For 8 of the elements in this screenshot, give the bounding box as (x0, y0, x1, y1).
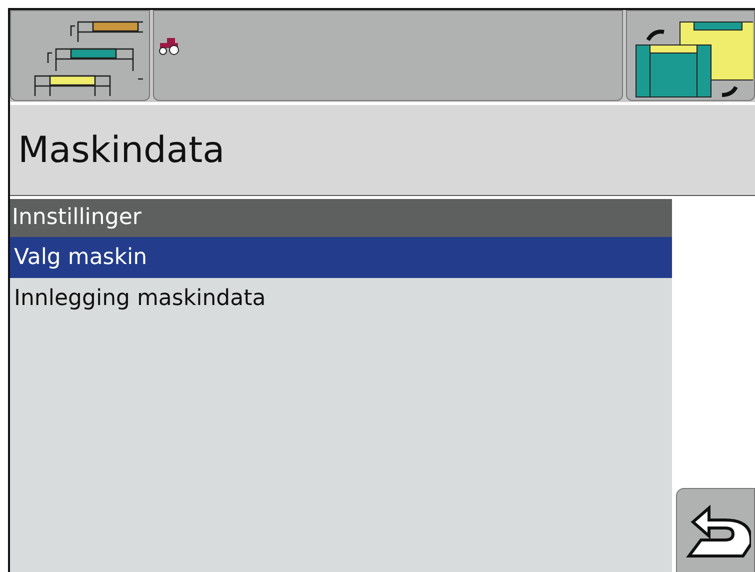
menu-item[interactable]: Valg maskin (10, 237, 672, 278)
list-header: Innstillinger (10, 199, 672, 237)
page-title: Maskindata (18, 130, 225, 170)
menu-item[interactable]: Innlegging maskindata (10, 278, 672, 319)
table-switch-button[interactable] (626, 10, 755, 101)
tractor-icon (158, 37, 180, 55)
back-button[interactable] (676, 488, 755, 572)
field-layout-button[interactable] (10, 10, 150, 101)
